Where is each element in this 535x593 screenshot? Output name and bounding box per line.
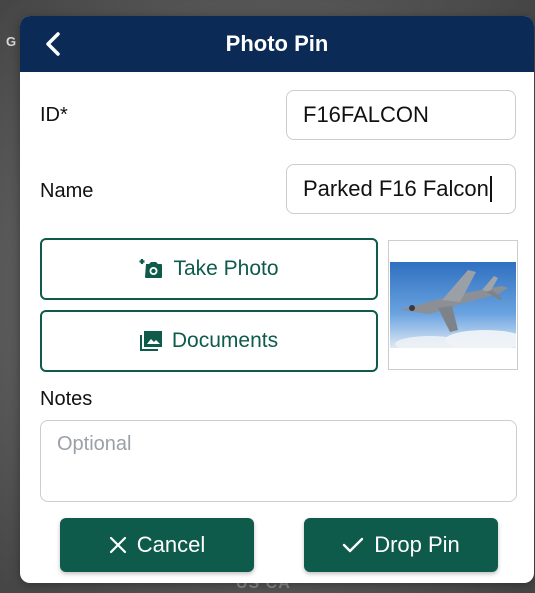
- photo-thumbnail[interactable]: [388, 240, 518, 370]
- id-value: F16FALCON: [303, 102, 429, 127]
- close-icon: [109, 536, 127, 554]
- cancel-button[interactable]: Cancel: [60, 518, 254, 572]
- cancel-label: Cancel: [136, 532, 206, 557]
- back-button[interactable]: [36, 26, 70, 62]
- text-caret: [489, 176, 492, 202]
- documents-button[interactable]: Documents: [40, 310, 378, 372]
- jet-photo-thumbnail: [390, 262, 516, 348]
- add-camera-icon: [139, 258, 163, 280]
- check-icon: [342, 536, 364, 554]
- take-photo-button[interactable]: Take Photo: [40, 238, 378, 300]
- image-stack-icon: [139, 331, 162, 351]
- dialog-header: Photo Pin: [20, 16, 534, 72]
- name-label: Name: [40, 180, 94, 202]
- documents-label: Documents: [171, 329, 279, 352]
- drop-pin-button[interactable]: Drop Pin: [304, 518, 498, 572]
- take-photo-label: Take Photo: [173, 257, 279, 280]
- photo-pin-dialog: Photo Pin ID* F16FALCON Name Parked F16 …: [20, 16, 534, 583]
- dialog-title: Photo Pin: [225, 31, 329, 56]
- map-background-label: G: [6, 34, 17, 49]
- name-value: Parked F16 Falcon: [303, 176, 489, 201]
- notes-field[interactable]: Optional: [40, 420, 517, 502]
- name-field[interactable]: Parked F16 Falcon: [286, 164, 516, 214]
- id-field[interactable]: F16FALCON: [286, 90, 516, 140]
- chevron-left-icon: [46, 32, 60, 56]
- drop-pin-label: Drop Pin: [374, 532, 460, 557]
- id-label: ID*: [40, 104, 68, 126]
- notes-label: Notes: [40, 388, 93, 410]
- notes-placeholder: Optional: [57, 433, 132, 455]
